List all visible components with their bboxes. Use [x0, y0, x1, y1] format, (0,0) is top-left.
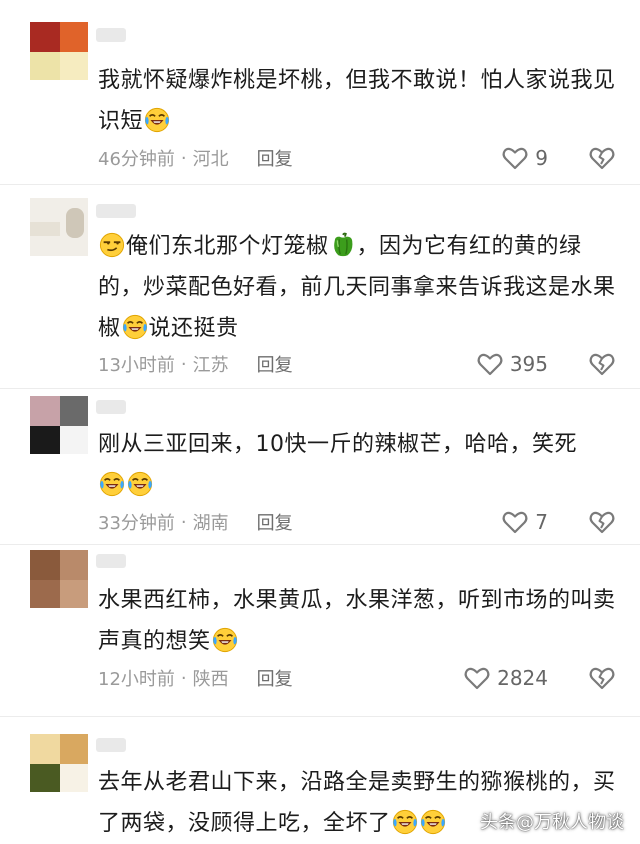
heart-icon	[501, 508, 529, 536]
comment-item: 我就怀疑爆炸桃是坏桃，但我不敢说！怕人家说我见识短 46分钟前 · 河北 回复 …	[0, 0, 640, 180]
comment-item: 俺们东北那个灯笼椒 ，因为它有红的黄的绿的，炒菜配色好看，前几天同事拿来告诉我这是…	[0, 186, 640, 386]
username[interactable]	[96, 28, 126, 42]
like-button[interactable]: 7	[501, 508, 548, 536]
comment-time: 13小时前	[98, 355, 175, 376]
avatar[interactable]	[30, 198, 88, 256]
comment-meta: 12小时前 · 陕西 回复	[98, 664, 293, 692]
broken-heart-icon	[588, 144, 616, 172]
laugh-cry-emoji-icon	[122, 314, 148, 340]
avatar[interactable]	[30, 396, 88, 454]
dislike-button[interactable]	[588, 664, 616, 692]
like-button[interactable]: 2824	[463, 664, 548, 692]
watermark-text: 头条@万秋人物谈	[480, 812, 624, 833]
comment-item: 刚从三亚回来，10快一斤的辣椒芒，哈哈，笑死 33分钟前 · 湖南 回复 7	[0, 390, 640, 540]
heart-icon	[476, 350, 504, 378]
username[interactable]	[96, 204, 136, 218]
comment-meta: 46分钟前 · 河北 回复	[98, 144, 293, 172]
divider	[0, 184, 640, 185]
laugh-cry-emoji-icon	[144, 107, 170, 133]
broken-heart-icon	[588, 664, 616, 692]
like-count: 2824	[497, 666, 548, 690]
comment-region: 河北	[192, 149, 229, 170]
laugh-cry-emoji-icon	[99, 471, 125, 497]
dislike-button[interactable]	[588, 350, 616, 378]
meta-separator: ·	[180, 147, 187, 169]
comment-time: 46分钟前	[98, 149, 175, 170]
divider	[0, 388, 640, 389]
like-count: 395	[509, 352, 548, 376]
green-pepper-icon	[330, 232, 356, 258]
username[interactable]	[96, 400, 126, 414]
like-count: 9	[535, 146, 548, 170]
comment-text-part: 俺们东北那个灯笼椒	[126, 234, 329, 259]
dislike-button[interactable]	[588, 508, 616, 536]
comment-text: 俺们东北那个灯笼椒 ，因为它有红的黄的绿的，炒菜配色好看，前几天同事拿来告诉我这是…	[98, 226, 618, 349]
username[interactable]	[96, 554, 126, 568]
meta-separator: ·	[180, 353, 187, 375]
comment-text: 我就怀疑爆炸桃是坏桃，但我不敢说！怕人家说我见识短	[98, 60, 618, 142]
meta-separator: ·	[180, 667, 187, 689]
broken-heart-icon	[588, 508, 616, 536]
like-button[interactable]: 395	[476, 350, 548, 378]
comment-text: 刚从三亚回来，10快一斤的辣椒芒，哈哈，笑死	[98, 424, 618, 506]
laugh-cry-emoji-icon	[420, 809, 446, 835]
divider	[0, 716, 640, 717]
comment-time: 33分钟前	[98, 513, 175, 534]
comment-time: 12小时前	[98, 669, 175, 690]
comment-meta: 13小时前 · 江苏 回复	[98, 350, 293, 378]
reply-button[interactable]: 回复	[257, 509, 293, 535]
comment-region: 陕西	[192, 669, 229, 690]
comment-text-part: 水果西红柿，水果黄瓜，水果洋葱，听到市场的叫卖声真的想笑	[98, 588, 616, 654]
reply-button[interactable]: 回复	[257, 145, 293, 171]
heart-icon	[463, 664, 491, 692]
avatar[interactable]	[30, 550, 88, 608]
broken-heart-icon	[588, 350, 616, 378]
like-button[interactable]: 9	[501, 144, 548, 172]
heart-icon	[501, 144, 529, 172]
comment-text-part: 刚从三亚回来，10快一斤的辣椒芒，哈哈，笑死	[98, 432, 577, 457]
username[interactable]	[96, 738, 126, 752]
divider	[0, 544, 640, 545]
dislike-button[interactable]	[588, 144, 616, 172]
avatar[interactable]	[30, 734, 88, 792]
reply-button[interactable]: 回复	[257, 351, 293, 377]
laugh-cry-emoji-icon	[392, 809, 418, 835]
avatar[interactable]	[30, 22, 88, 80]
laugh-cry-emoji-icon	[127, 471, 153, 497]
comment-text: 水果西红柿，水果黄瓜，水果洋葱，听到市场的叫卖声真的想笑	[98, 580, 618, 662]
reply-button[interactable]: 回复	[257, 665, 293, 691]
laugh-cry-emoji-icon	[212, 627, 238, 653]
comment-text-part: 说还挺贵	[148, 316, 239, 341]
comment-text-part: 我就怀疑爆炸桃是坏桃，但我不敢说！怕人家说我见识短	[98, 68, 616, 134]
comment-item: 水果西红柿，水果黄瓜，水果洋葱，听到市场的叫卖声真的想笑 12小时前 · 陕西 …	[0, 546, 640, 711]
meta-separator: ·	[180, 511, 187, 533]
comment-meta: 33分钟前 · 湖南 回复	[98, 508, 293, 536]
comment-region: 湖南	[192, 513, 229, 534]
like-count: 7	[535, 510, 548, 534]
watermark: 头条@万秋人物谈	[480, 808, 624, 834]
smug-emoji-icon	[99, 232, 125, 258]
comment-region: 江苏	[192, 355, 229, 376]
